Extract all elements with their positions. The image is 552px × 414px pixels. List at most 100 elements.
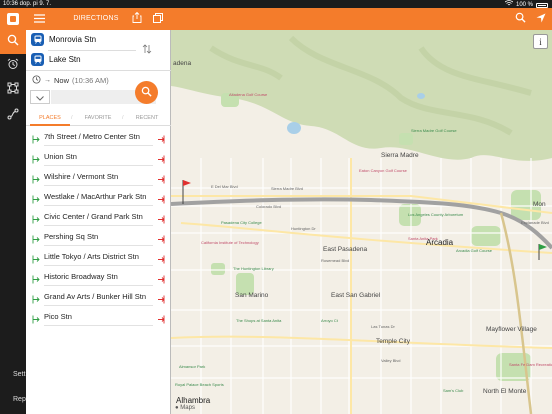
place-item[interactable]: Pico Stn: [26, 306, 171, 326]
locate-me-button[interactable]: [534, 12, 548, 26]
place-item[interactable]: Union Stn: [26, 146, 171, 166]
water-area: [287, 122, 301, 134]
place-item[interactable]: Wilshire / Vermont Stn: [26, 166, 171, 186]
share-button[interactable]: [130, 11, 144, 26]
map-header: [171, 8, 552, 30]
map-label: Santa Fe Dam Recreation Area: [509, 362, 552, 367]
map-label: Huntington Dr: [291, 226, 316, 231]
copy-button[interactable]: [151, 12, 165, 26]
place-label: Union Stn: [44, 152, 77, 161]
wifi-icon: [504, 0, 514, 9]
map-label: Sierra Madre: [381, 152, 419, 159]
place-item[interactable]: Pershing Sq Stn: [26, 226, 171, 246]
tab-separator: /: [122, 115, 124, 121]
menu-button[interactable]: [32, 12, 46, 26]
major-roads: [171, 158, 552, 414]
rail-route-button[interactable]: [0, 104, 26, 128]
panel-title: DIRECTIONS: [73, 15, 119, 22]
map-search-button[interactable]: [513, 12, 527, 26]
place-label: Civic Center / Grand Park Stn: [44, 212, 143, 221]
map-label: Mon: [533, 201, 546, 208]
field-divider: [26, 70, 171, 71]
map-label: Almansor Park: [179, 364, 206, 369]
map-label: Esplanade Blvd: [521, 220, 549, 225]
clock-icon: [32, 75, 41, 86]
map-label: The Huntington Library: [233, 266, 274, 271]
map-label: San Marino: [235, 292, 269, 299]
map-label: Eaton Canyon Golf Course: [359, 168, 407, 173]
panel-header: DIRECTIONS: [26, 8, 171, 30]
place-item[interactable]: Civic Center / Grand Park Stn: [26, 206, 171, 226]
place-item[interactable]: Historic Broadway Stn: [26, 266, 171, 286]
destination-name: Lake Stn: [49, 55, 81, 64]
apple-logo-icon: ●: [175, 405, 179, 411]
map-info-button[interactable]: i: [533, 34, 548, 49]
arrow-right-icon: →: [44, 76, 51, 84]
map-label: Colorado Blvd: [256, 204, 282, 209]
place-label: Historic Broadway Stn: [44, 272, 118, 281]
search-route-button[interactable]: [135, 81, 158, 104]
place-label: Grand Av Arts / Bunker Hill Stn: [44, 292, 146, 301]
place-label: Wilshire / Vermont Stn: [44, 172, 119, 181]
status-bar: 10:36 dop. pi 9. 7. 100 %: [0, 0, 552, 8]
map-label: Arroyo Ct: [321, 318, 338, 323]
status-time: 10:36 dop. pi 9. 7.: [3, 1, 52, 7]
departure-time-selector[interactable]: → Now (10:36 AM): [32, 74, 109, 86]
map-label: Alhambra: [176, 396, 211, 405]
origin-name: Monrovia Stn: [49, 35, 97, 44]
map-label: The Shops at Santa Anita: [236, 318, 282, 323]
route-icon: [7, 107, 19, 125]
rail-network-button[interactable]: [0, 78, 26, 102]
map-label: North El Monte: [483, 388, 527, 395]
map-label: Rosemead Blvd: [321, 258, 350, 263]
tab-separator: /: [71, 115, 73, 121]
map-label: Sierra Madre Golf Course: [411, 128, 457, 133]
departure-arrow-icon: [32, 311, 40, 329]
rail-settings-label[interactable]: Sett: [13, 371, 25, 378]
hamburger-menu-icon: [33, 10, 45, 28]
map-label: Las Tunas Dr: [371, 324, 395, 329]
tab-places[interactable]: PLACES: [30, 115, 70, 121]
place-item[interactable]: Westlake / MacArthur Park Stn: [26, 186, 171, 206]
list-tabs: PLACES / FAVORITE / RECENT: [26, 110, 171, 126]
rail-search-button[interactable]: [0, 30, 26, 54]
status-icons: 100 %: [504, 0, 548, 9]
location-arrow-icon: [536, 10, 546, 28]
copy-icon: [153, 10, 163, 28]
tab-favorite[interactable]: FAVORITE: [78, 115, 118, 121]
park-area: [399, 133, 413, 145]
battery-icon: [536, 3, 548, 8]
map-label: Mayflower Village: [486, 326, 537, 333]
map-view[interactable]: adena Sierra Madre Arcadia East Pasadena San…: [171, 8, 552, 414]
app-rail: Sett Repo: [0, 8, 30, 414]
map-label: Pasadena City College: [221, 220, 262, 225]
app-logo-icon: [0, 8, 26, 30]
network-map-icon: [7, 81, 19, 99]
map-label: E Del Mar Blvd: [211, 184, 238, 189]
rail-alarm-button[interactable]: [0, 54, 26, 78]
time-label: Now: [54, 75, 70, 85]
map-label: Santa Anita Park: [408, 236, 438, 241]
place-item[interactable]: Grand Av Arts / Bunker Hill Stn: [26, 286, 171, 306]
map-label: adena: [173, 60, 192, 67]
time-detail: (10:36 AM): [72, 75, 109, 85]
expand-options-button[interactable]: [30, 90, 50, 104]
map-label: East San Gabriel: [331, 292, 381, 299]
place-label: Pershing Sq Stn: [44, 232, 99, 241]
map-label: Altadena Golf Course: [229, 92, 268, 97]
maps-attribution: ● Maps: [175, 405, 195, 411]
place-item[interactable]: Little Tokyo / Arts District Stn: [26, 246, 171, 266]
freeway-605: [499, 212, 533, 414]
tab-recent[interactable]: RECENT: [127, 115, 167, 121]
origin-field[interactable]: Monrovia Stn: [26, 30, 156, 50]
alarm-clock-icon: [7, 57, 19, 75]
metro-badge-icon: [31, 53, 44, 66]
map-label: Temple City: [376, 338, 410, 345]
place-label: 7th Street / Metro Center Stn: [44, 132, 140, 141]
map-label: Royal Palace Beach Sports: [175, 382, 224, 387]
map-label: Sam's Club: [443, 388, 464, 393]
arrival-arrow-icon[interactable]: [157, 311, 165, 329]
map-label: East Pasadena: [323, 246, 368, 253]
destination-field[interactable]: Lake Stn: [26, 50, 156, 70]
place-item[interactable]: 7th Street / Metro Center Stn: [26, 126, 171, 146]
